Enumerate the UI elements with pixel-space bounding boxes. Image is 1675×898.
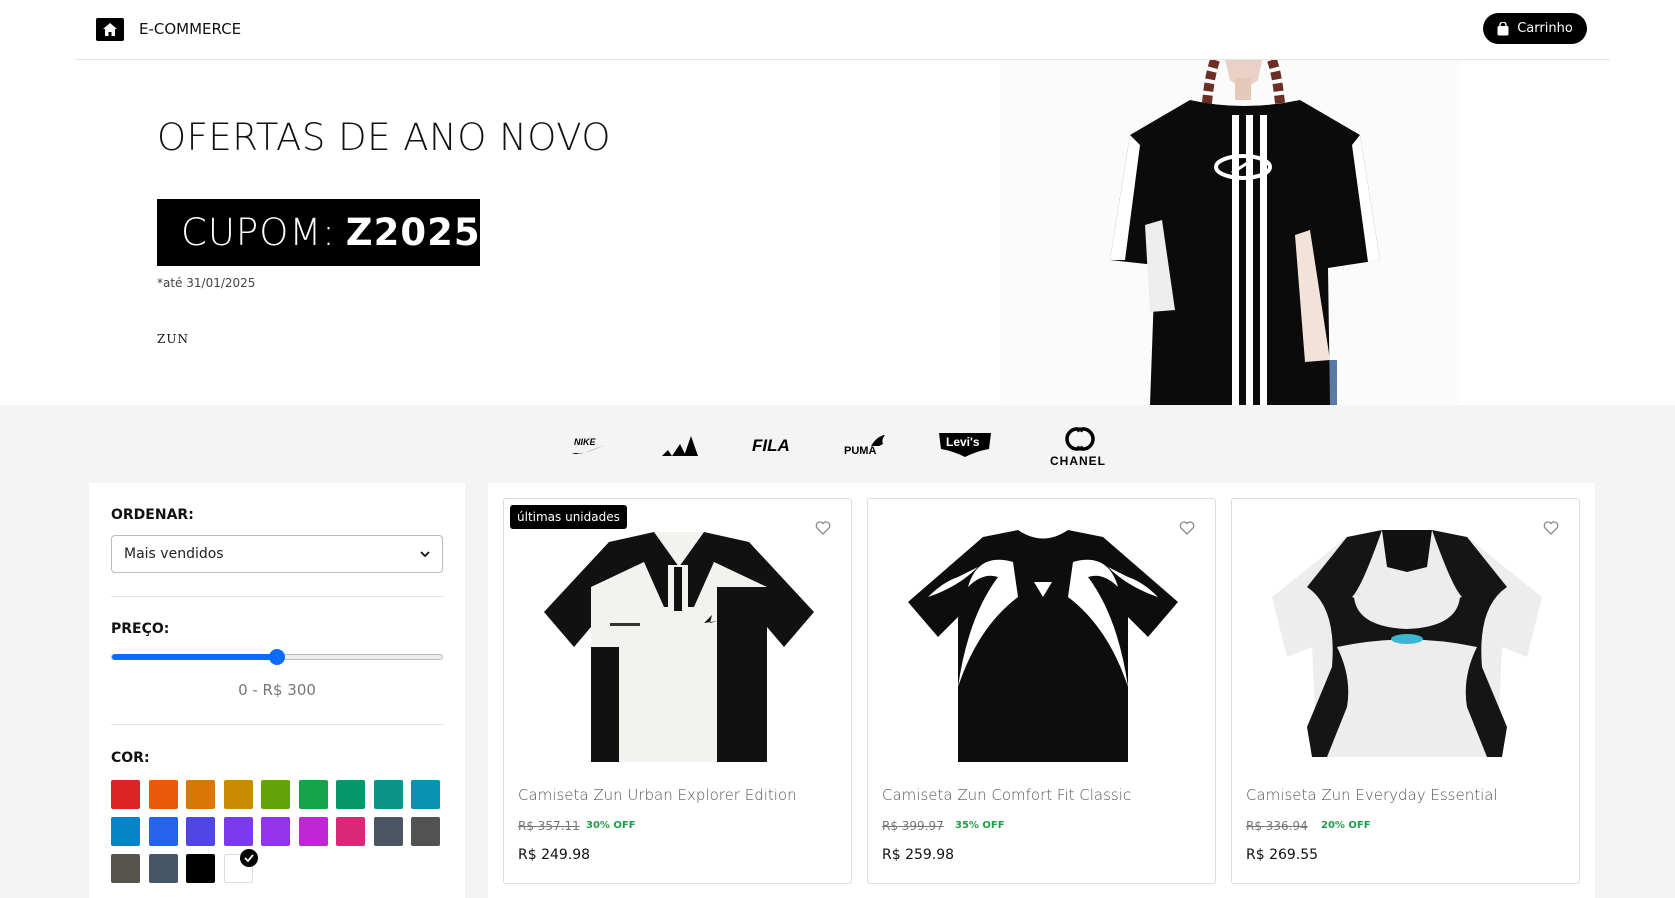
- price-slider-thumb[interactable]: [269, 649, 285, 665]
- chevron-down-icon: [420, 550, 430, 557]
- color-swatch[interactable]: [411, 780, 440, 809]
- color-swatch[interactable]: [111, 854, 140, 883]
- brand-chanel[interactable]: CHANEL: [1045, 423, 1115, 467]
- color-swatch[interactable]: [336, 817, 365, 846]
- fila-logo-icon: FILA: [752, 436, 790, 455]
- product-name[interactable]: Camiseta Zun Everyday Essential: [1246, 786, 1498, 804]
- levis-logo-icon: Levi's: [939, 433, 991, 457]
- product-name[interactable]: Camiseta Zun Comfort Fit Classic: [882, 786, 1131, 804]
- product-old-price: R$ 399.97: [882, 819, 944, 833]
- svg-text:NIKE: NIKE: [574, 437, 596, 447]
- top-navbar: E-COMMERCE Carrinho: [0, 0, 1675, 60]
- coupon-prefix: CUPOM:: [181, 211, 336, 254]
- price-slider-fill: [112, 654, 277, 660]
- product-badge: últimas unidades: [510, 505, 627, 529]
- home-icon: [103, 23, 117, 36]
- product-price: R$ 249.98: [518, 847, 591, 863]
- color-swatch[interactable]: [186, 780, 215, 809]
- color-swatch[interactable]: [261, 817, 290, 846]
- filter-divider: [111, 596, 443, 597]
- product-old-price: R$ 357.11: [518, 819, 580, 833]
- cart-button[interactable]: Carrinho: [1483, 13, 1587, 44]
- product-grid: últimas unidades Camiseta Zun Urban Expl…: [488, 483, 1595, 898]
- brand-levis[interactable]: Levi's: [937, 423, 993, 467]
- color-swatch[interactable]: [223, 780, 253, 809]
- heart-icon[interactable]: [1543, 521, 1559, 535]
- color-swatch[interactable]: [298, 780, 328, 809]
- product-price: R$ 269.55: [1246, 847, 1319, 863]
- color-swatch[interactable]: [111, 780, 140, 809]
- hero-brand: ZUN: [157, 332, 189, 346]
- product-price: R$ 259.98: [882, 847, 955, 863]
- shopping-bag-icon: [1497, 21, 1509, 35]
- chanel-logo-icon: CHANEL: [1050, 427, 1106, 467]
- color-swatch[interactable]: [336, 780, 365, 809]
- color-swatch[interactable]: [373, 780, 403, 809]
- product-discount: 35% OFF: [955, 820, 1005, 831]
- hero-title: OFERTAS DE ANO NOVO: [157, 116, 612, 159]
- product-card[interactable]: Camiseta Zun Everyday Essential R$ 336.9…: [1231, 498, 1580, 884]
- heart-icon[interactable]: [815, 521, 831, 535]
- price-range-text: 0 - R$ 300: [238, 681, 316, 699]
- nike-logo-icon: NIKE: [572, 437, 604, 454]
- color-swatch[interactable]: [373, 817, 403, 846]
- site-title[interactable]: E-COMMERCE: [139, 20, 241, 38]
- check-icon: [239, 849, 258, 867]
- color-swatch[interactable]: [148, 780, 178, 809]
- brand-nike[interactable]: NIKE: [568, 423, 608, 467]
- color-swatch[interactable]: [261, 780, 290, 809]
- product-card[interactable]: Camiseta Zun Comfort Fit Classic R$ 399.…: [867, 498, 1216, 884]
- color-swatches: [111, 780, 451, 883]
- color-swatch[interactable]: [223, 817, 253, 846]
- brand-fila[interactable]: FILA: [750, 423, 796, 467]
- filters-sidebar: ORDENAR: Mais vendidos PREÇO: 0 - R$ 300…: [89, 483, 465, 898]
- adidas-logo-icon: [662, 436, 698, 456]
- coupon-note: *até 31/01/2025: [157, 276, 256, 290]
- coupon-box: CUPOM: Z2025: [157, 199, 480, 266]
- color-swatch[interactable]: [111, 817, 140, 846]
- svg-text:PUMA: PUMA: [844, 445, 876, 457]
- product-discount: 30% OFF: [586, 820, 636, 831]
- svg-text:FILA: FILA: [752, 436, 790, 455]
- product-card[interactable]: últimas unidades Camiseta Zun Urban Expl…: [503, 498, 852, 884]
- product-old-price: R$ 336.94: [1246, 819, 1308, 833]
- color-swatch[interactable]: [223, 849, 258, 883]
- brand-logos-row: NIKE FILA PUMA Levi's CHANEL: [0, 405, 1675, 483]
- color-swatch[interactable]: [148, 854, 178, 883]
- product-name[interactable]: Camiseta Zun Urban Explorer Edition: [518, 786, 797, 804]
- color-swatch[interactable]: [298, 817, 328, 846]
- puma-logo-icon: PUMA: [844, 435, 885, 457]
- price-label: PREÇO:: [111, 621, 170, 637]
- hero-model-image: [1000, 60, 1460, 405]
- color-swatch[interactable]: [411, 817, 440, 846]
- product-discount: 20% OFF: [1321, 820, 1371, 831]
- home-button[interactable]: [96, 18, 124, 41]
- sort-label: ORDENAR:: [111, 507, 194, 523]
- price-slider[interactable]: [111, 649, 443, 665]
- svg-text:Levi's: Levi's: [946, 435, 980, 449]
- coupon-code: Z2025: [345, 211, 481, 254]
- color-label: COR:: [111, 750, 150, 766]
- filter-divider: [111, 724, 443, 725]
- product-image: [544, 532, 814, 762]
- color-swatch[interactable]: [186, 817, 215, 846]
- cart-label: Carrinho: [1517, 21, 1573, 36]
- color-swatch[interactable]: [186, 854, 215, 883]
- product-image: [1272, 530, 1542, 757]
- brand-puma[interactable]: PUMA: [843, 423, 887, 467]
- sort-select[interactable]: Mais vendidos: [111, 535, 443, 573]
- brand-adidas[interactable]: [659, 423, 701, 467]
- sort-selected-value: Mais vendidos: [124, 546, 224, 562]
- color-swatch[interactable]: [148, 817, 178, 846]
- product-image: [908, 530, 1178, 762]
- hero-banner: OFERTAS DE ANO NOVO CUPOM: Z2025 *até 31…: [0, 60, 1675, 405]
- heart-icon[interactable]: [1179, 521, 1195, 535]
- svg-text:CHANEL: CHANEL: [1050, 454, 1106, 467]
